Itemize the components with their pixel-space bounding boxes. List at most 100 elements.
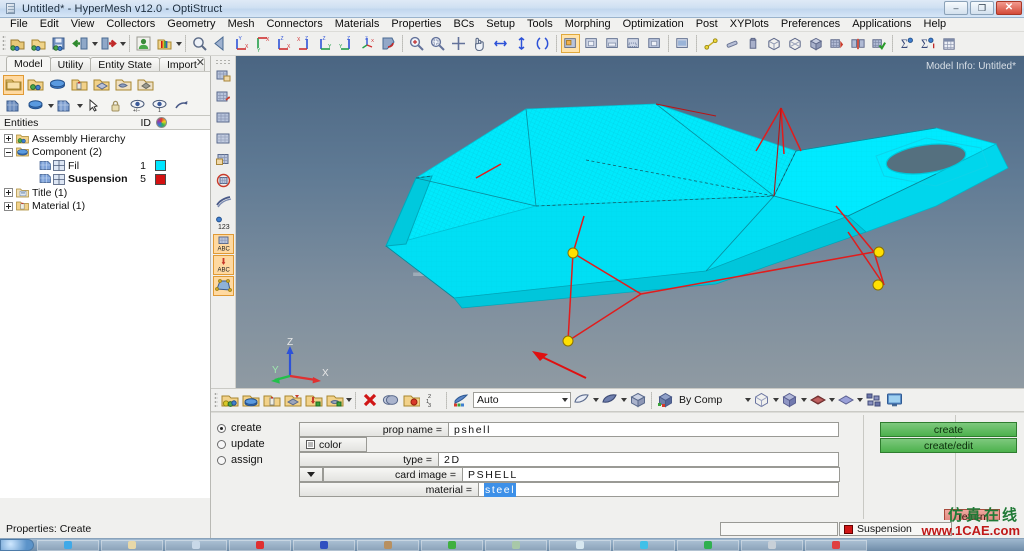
menu-item-materials[interactable]: Materials bbox=[329, 18, 386, 31]
tree-row[interactable]: Material (1) bbox=[0, 200, 210, 214]
menu-item-preferences[interactable]: Preferences bbox=[775, 18, 846, 31]
fit-view-icon[interactable] bbox=[449, 34, 468, 53]
create-property-icon[interactable] bbox=[241, 391, 260, 410]
rotate-free-icon[interactable] bbox=[533, 34, 552, 53]
taskbar-item[interactable] bbox=[37, 539, 99, 551]
cube-shaded-icon[interactable] bbox=[806, 34, 825, 53]
menu-item-bcs[interactable]: BCs bbox=[448, 18, 481, 31]
taskbar-item[interactable] bbox=[613, 539, 675, 551]
element-shrink-icon[interactable] bbox=[213, 66, 234, 86]
taskbar-item[interactable] bbox=[357, 539, 419, 551]
entity-tree[interactable]: Assembly Hierarchy Component (2) Fil 1 Suspe… bbox=[0, 130, 210, 498]
tree-row[interactable]: Fil 1 bbox=[0, 159, 210, 173]
start-button[interactable] bbox=[0, 539, 34, 551]
menu-item-optimization[interactable]: Optimization bbox=[617, 18, 690, 31]
expand-icon[interactable] bbox=[4, 188, 13, 198]
menu-item-post[interactable]: Post bbox=[690, 18, 724, 31]
panel-close-icon[interactable]: ✕ bbox=[196, 56, 205, 69]
surface-select-icon[interactable] bbox=[572, 391, 591, 410]
user-profile-icon[interactable] bbox=[134, 34, 153, 53]
menu-item-geometry[interactable]: Geometry bbox=[161, 18, 221, 31]
toolbar-grip[interactable] bbox=[2, 35, 6, 52]
tree-item-color-swatch[interactable] bbox=[155, 173, 166, 185]
summary-sort-icon[interactable]: Σ bbox=[918, 34, 937, 53]
create-button[interactable]: create bbox=[880, 422, 1017, 437]
wireframe-dropdown-arrow[interactable] bbox=[772, 398, 779, 402]
export-dropdown-arrow[interactable] bbox=[119, 41, 126, 46]
display-panel-icon[interactable] bbox=[673, 34, 692, 53]
browser-tab-entity-state[interactable]: Entity State bbox=[90, 57, 160, 71]
save-model-icon[interactable] bbox=[50, 34, 69, 53]
menu-item-morphing[interactable]: Morphing bbox=[559, 18, 617, 31]
color-wheel-icon[interactable] bbox=[151, 117, 171, 128]
close-button[interactable]: ✕ bbox=[996, 1, 1022, 15]
import-dropdown-arrow[interactable] bbox=[91, 41, 98, 46]
create-group-icon[interactable] bbox=[325, 391, 344, 410]
mask-box-icon[interactable] bbox=[624, 34, 643, 53]
taskbar-item[interactable] bbox=[165, 539, 227, 551]
material-icon[interactable] bbox=[69, 75, 90, 95]
group-icon[interactable] bbox=[113, 75, 134, 95]
monitor-display-icon[interactable] bbox=[885, 391, 904, 410]
taskbar-item[interactable] bbox=[805, 539, 867, 551]
assembly-blocks-icon[interactable] bbox=[864, 391, 883, 410]
view-iso-icon[interactable]: ZX bbox=[358, 34, 377, 53]
taskbar-item[interactable] bbox=[101, 539, 163, 551]
wireframe-cube-icon[interactable] bbox=[752, 391, 771, 410]
mode-combo[interactable]: Auto bbox=[473, 392, 571, 408]
create-component-icon[interactable] bbox=[220, 391, 239, 410]
restore-button[interactable]: ❐ bbox=[970, 1, 994, 15]
material-input[interactable]: steel bbox=[479, 482, 839, 497]
surface-select-dropdown-arrow[interactable] bbox=[592, 398, 599, 402]
view-yz-icon[interactable]: ZY bbox=[337, 34, 356, 53]
status-field-empty[interactable] bbox=[720, 522, 838, 536]
component-icon[interactable] bbox=[47, 75, 68, 95]
lock-icon[interactable] bbox=[105, 96, 126, 116]
display-mesh-icon[interactable] bbox=[54, 96, 75, 116]
collapse-icon[interactable] bbox=[4, 147, 13, 157]
shaded-dropdown-arrow[interactable] bbox=[800, 398, 807, 402]
plate-dropdown-arrow[interactable] bbox=[856, 398, 863, 402]
mode-radio-assign[interactable]: assign bbox=[217, 452, 287, 468]
element-mask-circle-icon[interactable] bbox=[213, 171, 234, 191]
menu-item-view[interactable]: View bbox=[65, 18, 101, 31]
palette-dropdown-arrow[interactable] bbox=[175, 41, 182, 46]
prop-name-input[interactable]: pshell bbox=[449, 422, 839, 437]
color-palette-icon[interactable] bbox=[155, 34, 174, 53]
menu-item-applications[interactable]: Applications bbox=[846, 18, 917, 31]
previous-view-icon[interactable] bbox=[211, 34, 230, 53]
menu-item-collectors[interactable]: Collectors bbox=[100, 18, 161, 31]
solid-edit-icon[interactable] bbox=[743, 34, 762, 53]
element-abc-label-icon[interactable]: ABC bbox=[212, 234, 234, 254]
show-one-eye-icon[interactable]: 1 bbox=[149, 96, 170, 116]
tree-item-color-swatch[interactable] bbox=[155, 160, 166, 171]
expand-icon[interactable] bbox=[4, 201, 13, 211]
element-edit-icon[interactable] bbox=[213, 150, 234, 170]
menu-item-mesh[interactable]: Mesh bbox=[222, 18, 261, 31]
view-xz-icon[interactable]: ZX bbox=[295, 34, 314, 53]
mode-radio-create[interactable]: create bbox=[217, 420, 287, 436]
taskbar-item[interactable] bbox=[293, 539, 355, 551]
taskbar-item[interactable] bbox=[677, 539, 739, 551]
shell-thickness-icon[interactable] bbox=[808, 391, 827, 410]
mask-icon[interactable] bbox=[561, 34, 580, 53]
tree-row[interactable]: Assembly Hierarchy bbox=[0, 132, 210, 146]
renumber-icon[interactable] bbox=[402, 391, 421, 410]
display-geometry-icon[interactable] bbox=[25, 96, 46, 116]
line-edit-icon[interactable] bbox=[722, 34, 741, 53]
node-edit-icon[interactable] bbox=[701, 34, 720, 53]
thickness-dropdown-arrow[interactable] bbox=[828, 398, 835, 402]
rotate-icon[interactable] bbox=[171, 96, 192, 116]
display-geometry-dropdown-arrow[interactable] bbox=[47, 103, 54, 108]
cube-edges-icon[interactable] bbox=[785, 34, 804, 53]
menu-item-tools[interactable]: Tools bbox=[521, 18, 559, 31]
tree-row[interactable]: Suspension 5 bbox=[0, 173, 210, 187]
type-input[interactable]: 2D bbox=[439, 452, 839, 467]
element-free-edges-icon[interactable] bbox=[213, 192, 234, 212]
mesh-check-icon[interactable] bbox=[869, 34, 888, 53]
assign-property-icon[interactable] bbox=[283, 391, 302, 410]
mask-select-icon[interactable] bbox=[603, 34, 622, 53]
solid-select-dropdown-arrow[interactable] bbox=[620, 398, 627, 402]
tree-row[interactable]: Title (1) bbox=[0, 186, 210, 200]
create-material-icon[interactable] bbox=[262, 391, 281, 410]
